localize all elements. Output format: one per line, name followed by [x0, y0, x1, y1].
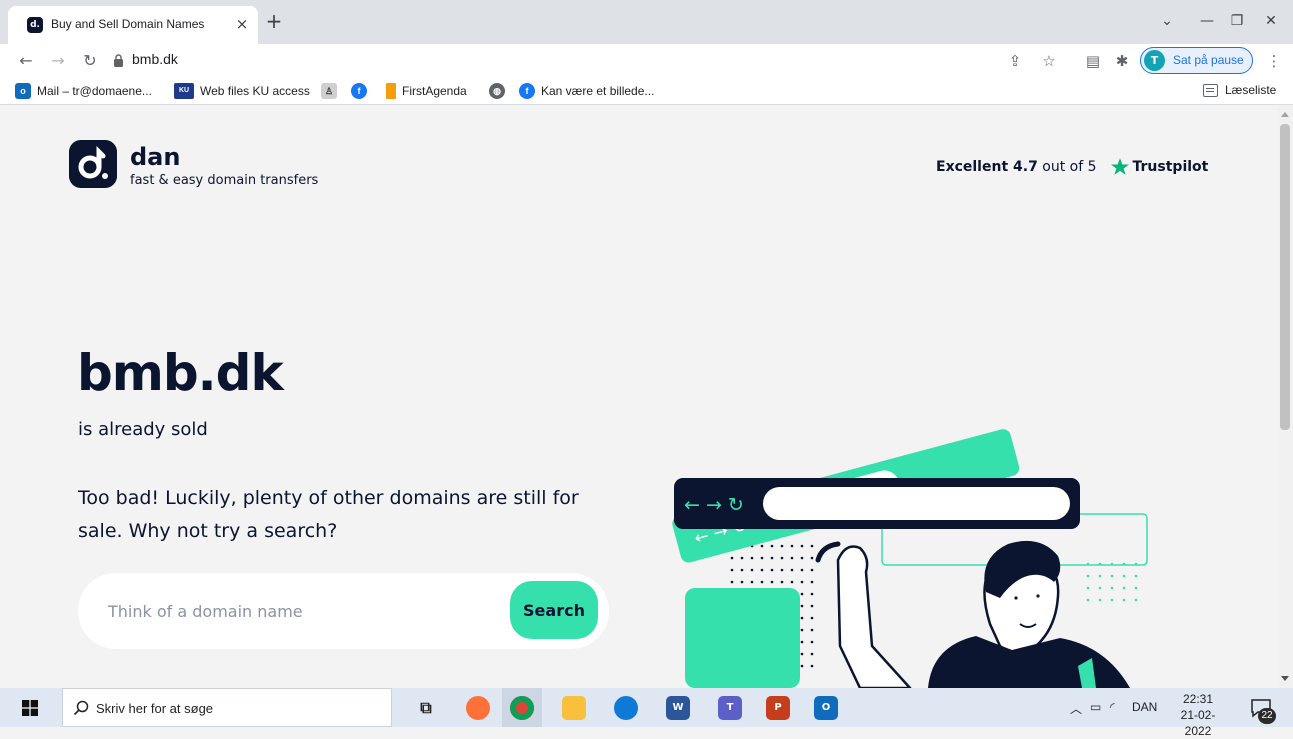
bookmark-web-files[interactable]: KU Web files KU access [174, 83, 310, 99]
scroll-down-icon[interactable] [1281, 676, 1289, 681]
description: Too bad! Luckily, plenty of other domain… [78, 487, 579, 542]
firstagenda-icon [386, 83, 396, 99]
bookmark-facebook-1[interactable]: f [351, 83, 373, 99]
browser-tab[interactable]: d. Buy and Sell Domain Names × [8, 6, 258, 44]
file-explorer-icon[interactable] [562, 696, 586, 720]
bookmark-label: Mail – tr@domaene... [37, 84, 152, 98]
outlook-taskbar-icon[interactable]: O [814, 696, 838, 720]
browser-tab-bar: d. Buy and Sell Domain Names × + ⌄ — ❐ ✕ [0, 0, 1293, 44]
extensions-icon[interactable]: ✱ [1111, 50, 1133, 72]
domain-search-input[interactable] [108, 591, 508, 631]
bookmarks-bar: o Mail – tr@domaene... KU Web files KU a… [0, 77, 1293, 105]
close-window-button[interactable]: ✕ [1256, 10, 1286, 32]
reading-list-button[interactable]: Læseliste [1203, 83, 1276, 97]
mint-block [685, 588, 800, 688]
language-indicator[interactable]: DAN [1132, 700, 1157, 714]
browser-toolbar: ← → ↻ bmb.dk ⇪ ☆ ▤ ✱ T Sat på pause ⋮ [0, 44, 1293, 77]
tray-chevron-icon[interactable]: ︿ [1070, 700, 1082, 717]
bookmark-label: Web files KU access [200, 84, 310, 98]
hand-grip [815, 541, 841, 563]
windows-start-icon[interactable] [22, 700, 38, 716]
forward-button[interactable]: → [46, 49, 70, 73]
taskbar-search-box[interactable]: Skriv her for at søge [62, 688, 392, 727]
wifi-icon[interactable]: ◜ [1110, 700, 1115, 714]
bookmark-firstagenda[interactable]: FirstAgenda [386, 83, 467, 99]
clock-date: 21-02-2022 [1180, 708, 1216, 738]
firefox-icon[interactable] [466, 696, 490, 720]
tab-title: Buy and Sell Domain Names [51, 17, 205, 31]
outlook-icon: o [15, 83, 31, 99]
minimize-button[interactable]: — [1192, 10, 1222, 32]
bookmark-unnamed-1[interactable]: ♙ [321, 83, 343, 99]
domain-search-form: Search [78, 573, 609, 649]
nav-glyphs: ← → ↻ [684, 494, 744, 516]
trustpilot-brand: Trustpilot [1132, 159, 1209, 175]
new-tab-button[interactable]: + [262, 10, 286, 34]
notification-count: 22 [1258, 708, 1276, 724]
bookmark-star-icon[interactable]: ☆ [1038, 50, 1060, 72]
reload-button[interactable]: ↻ [78, 49, 102, 73]
crest-icon: ♙ [321, 83, 337, 99]
taskbar-search-text: Skriv her for at søge [96, 701, 214, 716]
clock-time: 22:31 [1182, 692, 1214, 706]
reading-list-icon [1203, 83, 1218, 97]
windows-taskbar: Skriv her for at søge ⧉ W T P O ︿ ▭ ◜ DA… [0, 688, 1293, 738]
share-icon[interactable]: ⇪ [1004, 50, 1026, 72]
dot-grid-right [1086, 562, 1138, 602]
teams-icon[interactable]: T [718, 696, 742, 720]
back-button[interactable]: ← [14, 49, 38, 73]
hero-illustration: ← → ↻ ← → ↻ [672, 429, 1148, 688]
site-favicon-icon: d. [27, 17, 43, 33]
restore-button[interactable]: ❐ [1222, 10, 1252, 32]
reading-list-label: Læseliste [1225, 83, 1277, 97]
facebook-icon: f [351, 83, 367, 99]
menu-icon[interactable]: ⋮ [1263, 50, 1285, 72]
powerpoint-icon[interactable]: P [766, 696, 790, 720]
word-icon[interactable]: W [666, 696, 690, 720]
illustration-url-bar [763, 487, 1070, 520]
bookmark-label: Kan være et billede... [541, 84, 655, 98]
trustpilot-star-icon [1110, 158, 1129, 175]
avatar: T [1144, 50, 1165, 71]
task-view-icon[interactable]: ⧉ [414, 696, 438, 720]
reading-mode-icon[interactable]: ▤ [1082, 50, 1104, 72]
bookmark-globe[interactable]: ◍ [489, 83, 511, 99]
bookmark-mail[interactable]: o Mail – tr@domaene... [15, 83, 152, 99]
page-content: dan fast & easy domain transfers Excelle… [0, 106, 1277, 688]
profile-status: Sat på pause [1173, 53, 1244, 67]
bookmark-facebook-2[interactable]: f Kan være et billede... [519, 83, 654, 99]
scroll-thumb[interactable] [1280, 124, 1290, 430]
address-bar[interactable]: bmb.dk [132, 51, 178, 67]
ku-icon: KU [174, 83, 194, 99]
lock-icon [114, 54, 123, 67]
tab-search-icon[interactable]: ⌄ [1152, 10, 1182, 32]
search-button[interactable]: Search [510, 581, 598, 639]
profile-button[interactable]: T Sat på pause [1140, 47, 1253, 74]
trust-scale: out of 5 [1037, 159, 1097, 175]
logo-name[interactable]: dan [130, 143, 180, 171]
trustpilot-rating[interactable]: Excellent 4.7 out of 5 Trustpilot [936, 157, 1208, 177]
logo-tagline: fast & easy domain transfers [130, 173, 319, 188]
page-scrollbar[interactable] [1277, 106, 1293, 688]
dan-logo-icon[interactable] [69, 140, 117, 188]
raised-arm [836, 545, 912, 688]
facebook-icon: f [519, 83, 535, 99]
edge-icon[interactable] [614, 696, 638, 720]
globe-icon: ◍ [489, 83, 505, 99]
taskbar-clock[interactable]: 22:31 21-02-2022 [1168, 691, 1228, 739]
battery-icon[interactable]: ▭ [1090, 700, 1101, 714]
domain-title: bmb.dk [77, 344, 284, 402]
search-icon [73, 700, 89, 716]
chrome-icon[interactable] [510, 696, 534, 720]
trust-score: Excellent 4.7 [936, 159, 1038, 175]
scroll-up-icon[interactable] [1281, 112, 1289, 117]
tab-close-button[interactable]: × [232, 14, 252, 34]
bookmark-label: FirstAgenda [402, 84, 467, 98]
sold-status: is already sold [78, 419, 208, 440]
